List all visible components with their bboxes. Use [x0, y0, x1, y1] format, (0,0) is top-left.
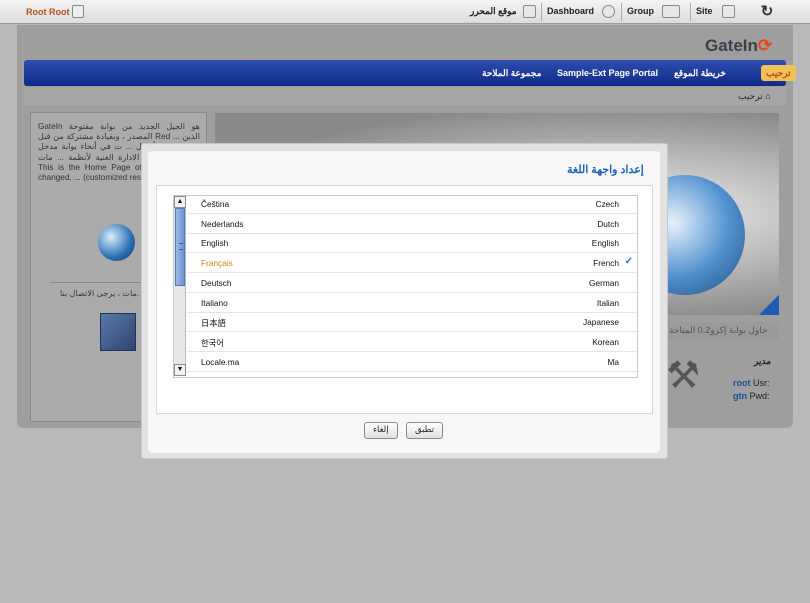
admin-usr-value: root [733, 378, 751, 388]
admin-pwd-label: Pwd: [749, 391, 770, 401]
home-icon: ⌂ [765, 91, 771, 101]
dashboard-icon[interactable] [602, 5, 615, 18]
gatein-logo-icon[interactable]: ↻ [758, 3, 776, 20]
user-icon[interactable] [72, 5, 84, 18]
language-dialog-title: إعداد واجهة اللغة [567, 164, 644, 176]
brand-swirl-icon: ⟳ [757, 36, 773, 55]
site-icon[interactable] [722, 5, 735, 18]
nav-item-welcome[interactable]: ترحيب [761, 65, 796, 81]
brand-name: GateIn [705, 36, 758, 55]
globe-icon [98, 224, 135, 261]
language-native-name: Čeština [201, 199, 230, 209]
admin-usr: root Usr: [733, 378, 770, 388]
language-native-name: Nederlands [201, 218, 244, 229]
language-list-scrollbar[interactable]: ▲ ▼ [174, 196, 186, 376]
admin-title: مدير [754, 356, 772, 366]
language-native-name: English [201, 238, 229, 249]
language-english-name: French [593, 258, 619, 269]
breadcrumb[interactable]: ترحيب ⌂ [738, 91, 771, 102]
portal-info-text: حاول بوابة إكزو0.2 المتاحة [669, 325, 768, 335]
scroll-grip-icon [179, 243, 183, 250]
admin-pwd-value: gtn [733, 391, 747, 401]
language-english-name: Dutch [597, 218, 619, 229]
language-english-name: Korean [592, 336, 619, 347]
language-option[interactable]: Čeština Czech [187, 194, 637, 214]
top-toolbar: Root Root موقع المحرر Dashboard Group Si… [0, 0, 810, 24]
language-option[interactable]: 한국어 Korean [187, 332, 637, 352]
language-english-name: Japanese [583, 317, 619, 328]
language-option[interactable]: Italiano Italian [187, 293, 637, 313]
language-english-name: Ma [607, 356, 619, 367]
toolbar-editor-link[interactable]: موقع المحرر [470, 6, 517, 17]
language-english-name: Italian [596, 297, 619, 308]
checkmark-icon: ✓ [624, 256, 633, 268]
language-option[interactable]: 日本語 Japanese [187, 312, 637, 333]
language-native-name: Français [201, 258, 233, 269]
language-english-name: Czech [595, 199, 619, 209]
scroll-up-icon[interactable]: ▲ [174, 196, 186, 208]
toolbar-separator [541, 3, 542, 21]
tools-icon: ⚒ [666, 355, 701, 397]
language-option[interactable]: English English [187, 233, 637, 254]
scroll-thumb[interactable] [175, 208, 185, 286]
banner-corner [759, 295, 779, 315]
breadcrumb-bar [24, 87, 786, 105]
language-option[interactable]: Locale.ma Ma [187, 352, 637, 372]
toolbar-site-link[interactable]: Site [696, 6, 713, 16]
language-native-name: Locale.ma [201, 356, 240, 367]
toolbar-separator [690, 3, 691, 21]
language-english-name: English [591, 238, 619, 249]
language-native-name: 日本語 [201, 318, 226, 329]
language-english-name: German [589, 277, 619, 288]
toolbar-separator [621, 3, 622, 21]
language-native-name: Deutsch [201, 277, 232, 288]
apply-button[interactable]: تطبق [406, 422, 443, 439]
admin-pwd: gtn Pwd: [733, 391, 770, 401]
language-option[interactable]: Nederlands Dutch [187, 214, 637, 234]
language-native-name: Italiano [201, 297, 228, 308]
toolbar-group-link[interactable]: Group [627, 6, 654, 16]
editor-icon[interactable] [523, 5, 536, 18]
group-icon[interactable] [662, 5, 680, 18]
breadcrumb-text[interactable]: ترحيب [738, 91, 763, 101]
contact-text: مات ، يرجى الاتصال بنا. [60, 289, 140, 298]
nav-item-sitemap[interactable]: خريطة الموقع [674, 68, 726, 79]
toolbar-dashboard-link[interactable]: Dashboard [547, 6, 594, 16]
cancel-button[interactable]: إلغاء [364, 422, 398, 439]
brand-logo: GateIn⟳ [705, 36, 772, 56]
nav-item-navigation-group[interactable]: مجموعة الملاحة [482, 68, 541, 79]
language-option[interactable]: Français French ✓ [187, 253, 637, 274]
user-name-link[interactable]: Root Root [26, 7, 69, 17]
language-option[interactable]: Deutsch German [187, 273, 637, 293]
navigation-bar: مجموعة الملاحة Sample-Ext Page Portal خر… [24, 60, 796, 86]
admin-usr-label: Usr: [753, 378, 770, 388]
language-native-name: 한국어 [201, 337, 224, 348]
computer-user-icon [100, 313, 136, 351]
nav-item-sample-ext[interactable]: Sample-Ext Page Portal [557, 68, 658, 78]
scroll-down-icon[interactable]: ▼ [174, 364, 186, 376]
